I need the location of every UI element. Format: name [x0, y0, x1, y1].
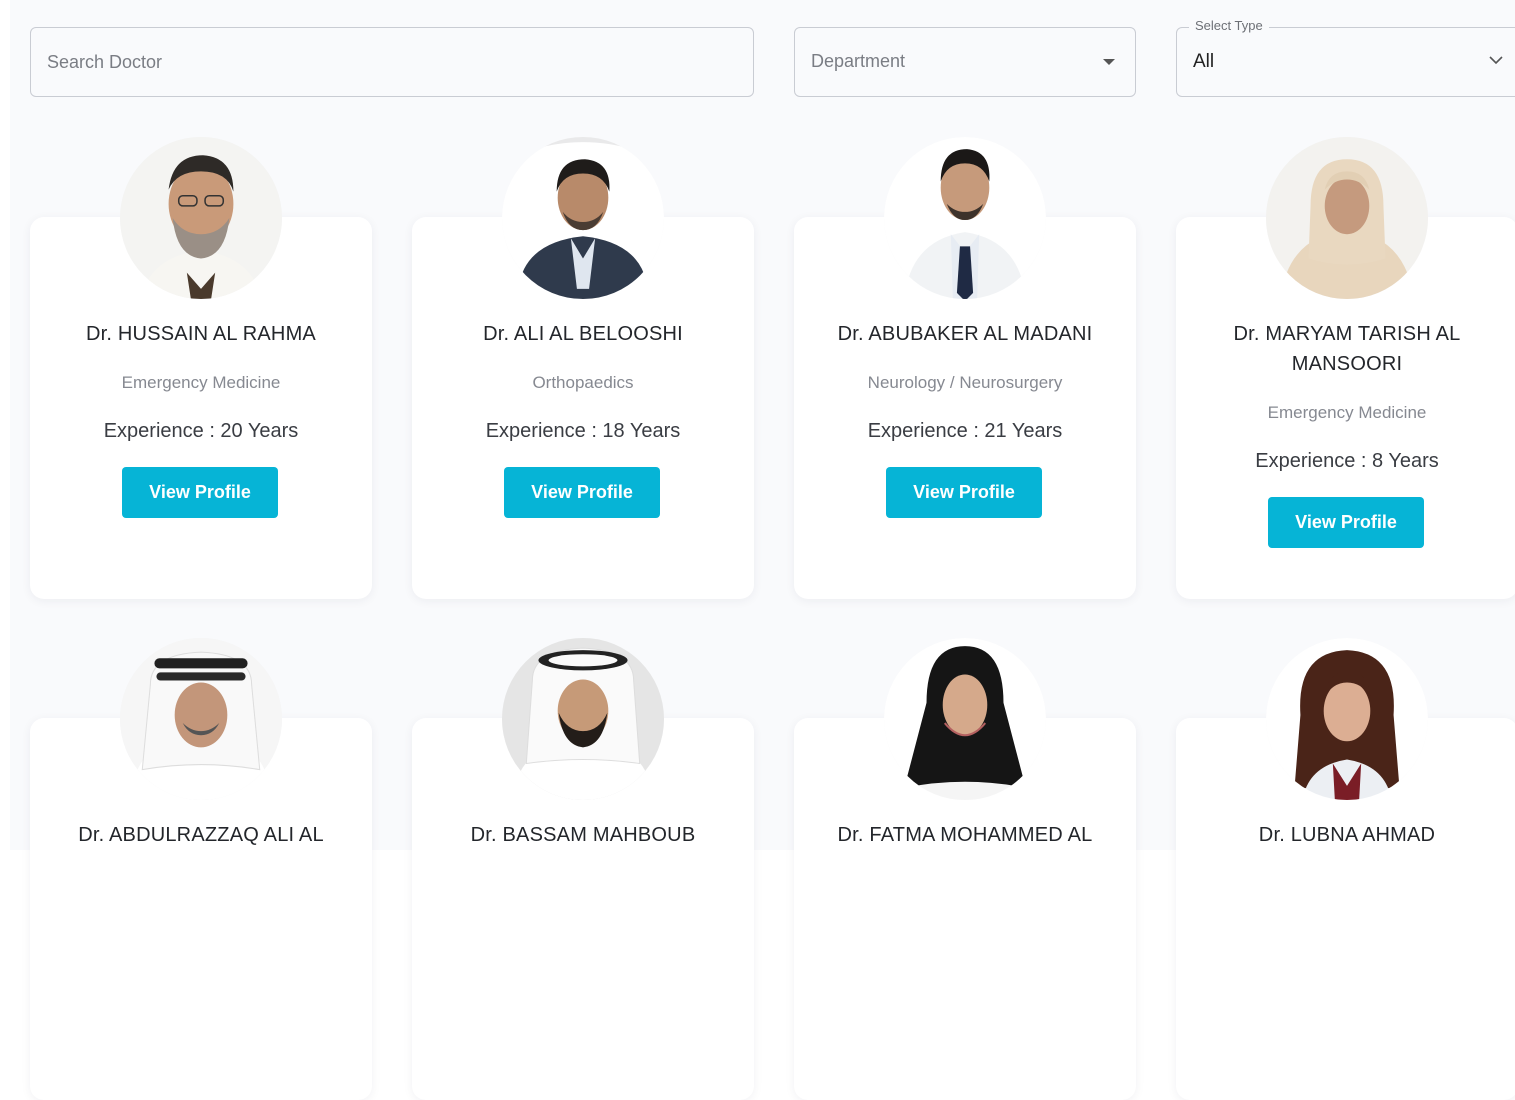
doctor-name: Dr. ALI AL BELOOSHI — [483, 323, 683, 345]
doctors-page: Department Select Type All Dr. HUSSAIN A… — [10, 0, 1515, 1100]
doctor-experience: Experience : 18 Years — [485, 420, 681, 442]
doctor-photo — [120, 137, 282, 299]
department-select[interactable]: Department — [794, 27, 1136, 97]
doctor-name: Dr. ABUBAKER AL MADANI — [837, 323, 1093, 345]
doctor-experience: Experience : 20 Years — [103, 420, 299, 442]
doctor-name: Dr. FATMA MOHAMMED AL — [837, 824, 1093, 846]
chevron-down-icon — [1489, 56, 1503, 65]
doctor-photo — [502, 137, 664, 299]
doctor-experience: Experience : 21 Years — [867, 420, 1063, 442]
doctor-photo — [884, 638, 1046, 800]
type-select[interactable]: Select Type All — [1176, 18, 1515, 97]
doctor-department: Neurology / Neurosurgery — [867, 373, 1063, 392]
doctor-department: Emergency Medicine — [121, 373, 281, 392]
caret-down-icon — [1103, 59, 1115, 65]
type-select-value: All — [1193, 51, 1215, 72]
view-profile-button[interactable]: View Profile — [122, 467, 278, 518]
type-select-label: Select Type — [1189, 18, 1269, 33]
search-field[interactable] — [30, 27, 754, 97]
filter-bar: Department Select Type All — [10, 18, 1515, 97]
doctor-name: Dr. MARYAM TARISH AL MANSOORI — [1233, 323, 1461, 375]
view-profile-button[interactable]: View Profile — [1268, 497, 1424, 548]
doctor-name: Dr. HUSSAIN AL RAHMA — [86, 323, 316, 345]
doctor-photo — [120, 638, 282, 800]
doctor-photo — [1266, 638, 1428, 800]
doctor-photo — [502, 638, 664, 800]
doctor-photo — [884, 137, 1046, 299]
view-profile-button[interactable]: View Profile — [886, 467, 1042, 518]
doctor-name: Dr. LUBNA AHMAD — [1258, 824, 1436, 846]
department-placeholder: Department — [811, 51, 906, 71]
doctor-name: Dr. BASSAM MAHBOUB — [470, 824, 696, 846]
doctor-photo — [1266, 137, 1428, 299]
view-profile-button[interactable]: View Profile — [504, 467, 660, 518]
doctor-department: Emergency Medicine — [1267, 403, 1427, 422]
doctor-name: Dr. ABDULRAZZAQ ALI AL — [78, 824, 324, 846]
doctor-experience: Experience : 8 Years — [1255, 450, 1439, 472]
doctor-department: Orthopaedics — [532, 373, 634, 392]
search-input[interactable] — [31, 28, 753, 96]
